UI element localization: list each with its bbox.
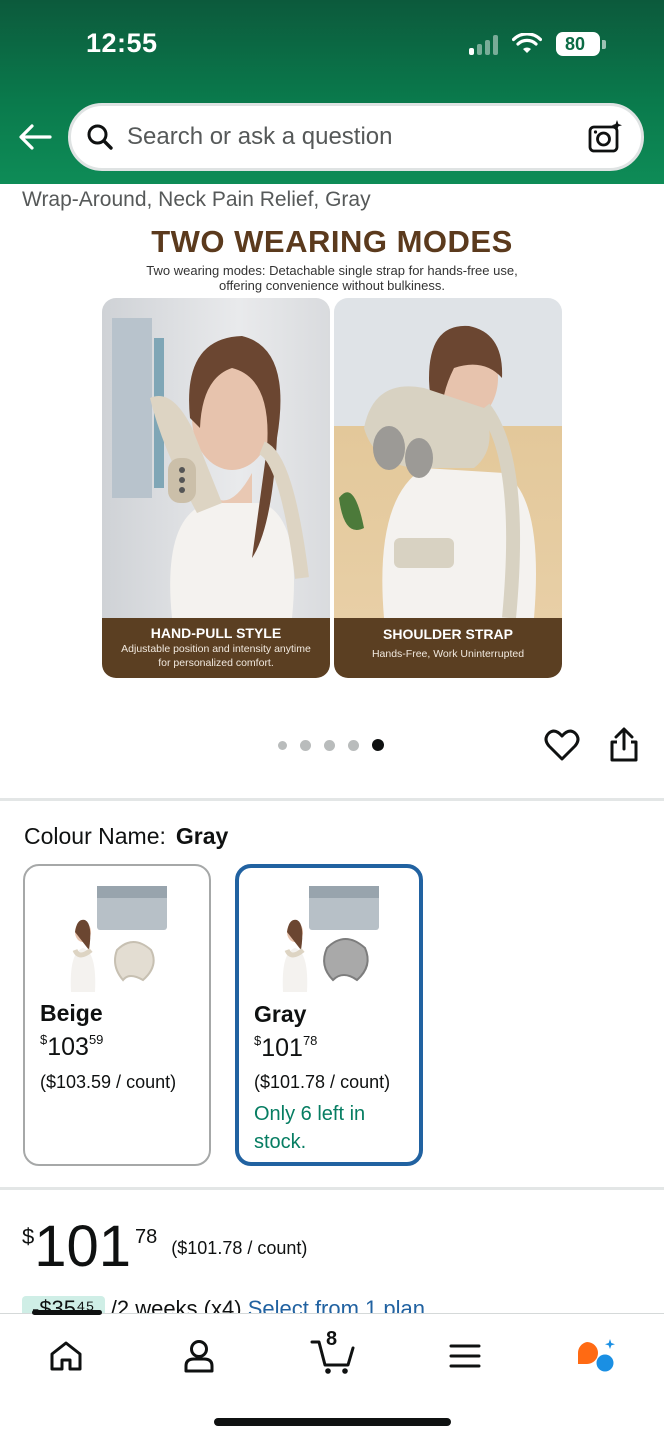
app-header: 12:55 80 Search or ask a question <box>0 0 664 184</box>
battery-icon: 80 <box>556 32 606 56</box>
account-icon <box>184 1340 214 1373</box>
colour-option-gray[interactable]: Gray $10178 ($101.78 / count) Only 6 lef… <box>235 864 423 1166</box>
camera-search-icon[interactable] <box>583 115 627 159</box>
home-icon <box>50 1341 82 1371</box>
pager-dot-active[interactable] <box>372 739 384 751</box>
section-divider <box>0 798 664 801</box>
heart-icon <box>544 729 580 761</box>
share-button[interactable] <box>607 727 641 763</box>
colour-option-beige[interactable]: Beige $10359 ($103.59 / count) <box>23 864 211 1166</box>
variant-thumbnail <box>279 880 383 992</box>
woman-massager-photo <box>102 298 330 618</box>
search-icon <box>85 122 115 152</box>
bottom-navigation: 8 <box>0 1310 664 1440</box>
menu-icon <box>449 1344 481 1368</box>
cart-count-badge: 8 <box>326 1328 338 1350</box>
woman-shoulder-strap-photo <box>334 298 562 618</box>
active-tab-indicator <box>32 1310 102 1315</box>
image-subheading: Two wearing modes: Detachable single str… <box>146 263 518 293</box>
add-to-wishlist-button[interactable] <box>544 728 580 762</box>
cellular-signal-icon <box>469 33 498 55</box>
variant-name: Beige <box>40 1000 103 1026</box>
search-input[interactable]: Search or ask a question <box>127 123 583 151</box>
select-plan-link[interactable]: Select from 1 plan <box>248 1296 425 1314</box>
colour-selector-label: Colour Name: Gray <box>24 823 229 849</box>
pager-dot[interactable] <box>348 739 359 751</box>
variant-unit-price: ($101.78 / count) <box>254 1072 391 1092</box>
variant-thumbnail <box>67 880 171 992</box>
image-panel-hand-pull: HAND-PULL STYLE Adjustable position and … <box>102 298 330 678</box>
wifi-icon <box>512 33 542 53</box>
nav-ai-assistant[interactable] <box>574 1334 618 1378</box>
pager-dot[interactable] <box>324 739 335 751</box>
product-price: $ 101 78 ($101.78 / count) <box>22 1214 308 1279</box>
back-arrow-icon <box>19 124 52 150</box>
status-time: 12:55 <box>86 28 158 58</box>
selected-colour: Gray <box>175 823 229 849</box>
status-icons: 80 <box>469 32 606 56</box>
share-icon <box>610 727 638 762</box>
image-heading: TWO WEARING MODES <box>151 224 513 259</box>
home-indicator <box>214 1418 451 1426</box>
variant-price: $10359 <box>40 1032 104 1061</box>
variant-name: Gray <box>254 1001 307 1027</box>
nav-cart[interactable]: 8 <box>308 1328 358 1378</box>
nav-home[interactable] <box>44 1334 88 1378</box>
variant-price: $10178 <box>254 1033 318 1062</box>
image-panel-shoulder-strap: SHOULDER STRAP Hands-Free, Work Uninterr… <box>334 298 562 678</box>
pager-dot[interactable] <box>278 740 287 750</box>
stock-status: Only 6 left in stock. <box>254 1103 366 1153</box>
pager-dot[interactable] <box>300 739 311 751</box>
battery-level: 80 <box>564 33 586 54</box>
product-image[interactable]: TWO WEARING MODES Two wearing modes: Det… <box>100 224 564 680</box>
variant-unit-price: ($103.59 / count) <box>40 1072 177 1092</box>
panel-title: SHOULDER STRAP <box>383 626 513 642</box>
nav-menu[interactable] <box>443 1334 487 1378</box>
back-button[interactable] <box>16 118 54 156</box>
ai-assistant-icon <box>577 1339 615 1372</box>
search-bar[interactable]: Search or ask a question <box>68 103 644 171</box>
section-divider <box>0 1187 664 1190</box>
panel-title: HAND-PULL STYLE <box>150 625 282 641</box>
image-pager[interactable] <box>278 739 384 751</box>
unit-price: ($101.78 / count) <box>171 1238 308 1258</box>
subscription-offer-row: -$35⁴⁵ /2 weeks (x4) Select from 1 plan <box>22 1296 662 1314</box>
nav-account[interactable] <box>177 1334 221 1378</box>
product-title: Wrap-Around, Neck Pain Relief, Gray <box>22 188 371 211</box>
